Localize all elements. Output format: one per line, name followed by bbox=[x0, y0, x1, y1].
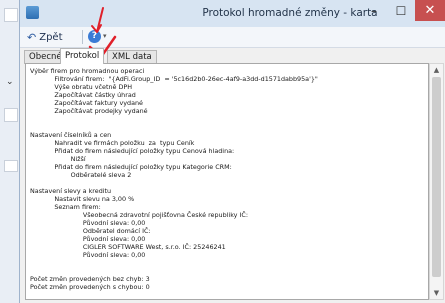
vertical-scrollbar[interactable]: ▲ ▼ bbox=[429, 63, 444, 300]
scroll-up-arrow-icon[interactable]: ▲ bbox=[430, 64, 443, 76]
background-checkbox bbox=[4, 8, 18, 22]
toolbar: ↶ Zpět ? ▾ bbox=[20, 27, 445, 48]
background-field bbox=[4, 108, 18, 122]
protocol-log-panel: Výběr firem pro hromadnou operaci Filtro… bbox=[25, 63, 429, 300]
background-window-edge: ⌄ bbox=[0, 0, 21, 303]
close-button[interactable]: ✕ bbox=[415, 0, 445, 21]
help-icon[interactable]: ? bbox=[88, 30, 101, 43]
toolbar-separator bbox=[82, 30, 83, 44]
background-field bbox=[4, 160, 18, 172]
scroll-thumb[interactable] bbox=[432, 77, 441, 277]
protocol-log-text: Výběr firem pro hromadnou operaci Filtro… bbox=[30, 67, 318, 291]
tab-strip: Obecné Protokol XML data bbox=[20, 48, 445, 64]
tab-protokol[interactable]: Protokol bbox=[60, 48, 105, 64]
protocol-window: Protokol hromadné změny - karta – ☐ ✕ ↶ … bbox=[20, 0, 445, 303]
back-button-label: Zpět bbox=[39, 31, 63, 43]
tab-xml-data[interactable]: XML data bbox=[107, 50, 157, 64]
undo-arrow-icon: ↶ bbox=[27, 30, 37, 44]
chevron-down-icon: ⌄ bbox=[6, 77, 14, 87]
scroll-down-arrow-icon[interactable]: ▼ bbox=[430, 287, 443, 299]
back-button[interactable]: ↶ Zpět bbox=[24, 29, 66, 45]
minimize-button[interactable]: – bbox=[361, 3, 387, 21]
title-bar: Protokol hromadné změny - karta – ☐ ✕ bbox=[20, 0, 445, 28]
maximize-button[interactable]: ☐ bbox=[388, 3, 414, 21]
app-icon bbox=[26, 6, 39, 19]
help-dropdown-icon[interactable]: ▾ bbox=[103, 32, 107, 40]
